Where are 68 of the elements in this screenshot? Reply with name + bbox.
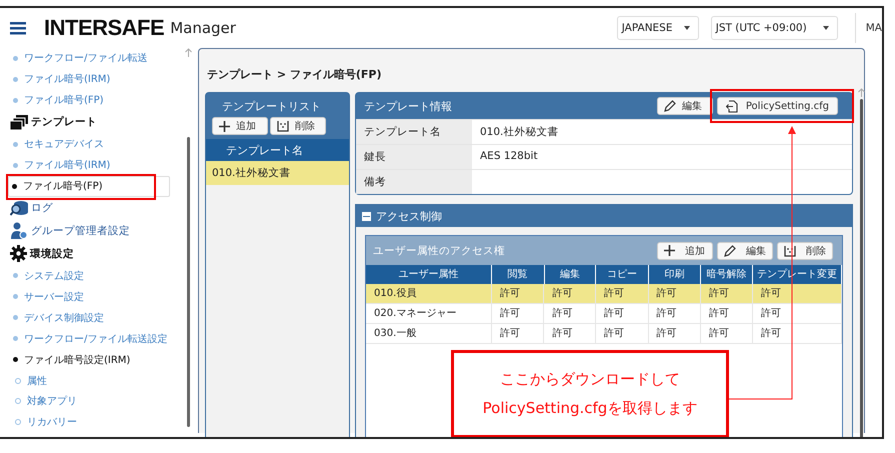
table-cell: 許可 [760,308,781,319]
table-cell: 許可 [552,308,572,319]
table-row[interactable]: 030.一般 許可 許可 許可 許可 許可 許可 [366,324,842,344]
column-header: テンプレート名 [206,139,349,161]
sidebar-item[interactable]: ファイル暗号(FP) [8,176,170,197]
table-cell: 許可 [656,288,677,299]
logo-text: INTERSAFE [44,15,164,41]
sidebar-item[interactable]: ワークフロー/ファイル転送 [10,48,180,69]
table-row[interactable]: 020.マネージャー 許可 許可 許可 許可 許可 許可 [366,304,842,324]
delete-button[interactable]: 削除 [777,242,833,260]
sidebar-subitem[interactable]: 属性 [10,370,180,392]
sidebar-item[interactable]: ファイル暗号(FP) [10,90,180,111]
sidebar-item[interactable]: デバイス制御設定 [10,307,180,328]
field-label: 備考 [356,170,472,194]
edit-button[interactable]: 編集 [656,97,713,115]
sidebar-item[interactable]: システム設定 [10,265,180,286]
add-button[interactable]: 追加 [657,242,713,260]
table-cell: 許可 [709,288,730,299]
table-row[interactable]: 010.役員 許可 許可 許可 許可 許可 許可 [366,284,842,304]
table-cell: 許可 [552,328,572,339]
logo-subtitle: Manager [170,19,236,37]
sidebar-section[interactable]: グループ管理者設定 [31,224,130,238]
table-cell: 030.一般 [374,328,416,339]
sidebar-item[interactable]: ファイル暗号(IRM) [10,154,180,176]
sidebar-section[interactable]: テンプレート [31,115,97,130]
table-cell: 許可 [656,308,677,319]
sidebar-item[interactable]: ワークフロー/ファイル転送設定 [10,328,180,350]
table-cell: 許可 [760,328,781,339]
delete-button[interactable]: 削除 [270,117,326,135]
language-dropdown[interactable]: JAPANESE [616,16,699,40]
table-cell: 許可 [552,288,572,299]
download-button[interactable]: PolicySetting.cfg [716,97,838,115]
sidebar-subitem[interactable]: リカバリー [10,412,180,433]
field-value: 010.社外秘文書 [480,126,558,138]
sidebar-item[interactable]: ファイル暗号(IRM) [10,68,180,90]
template-row[interactable]: 010.社外秘文書 [206,161,349,185]
table-cell: 許可 [656,328,677,339]
sidebar-item[interactable]: サーバー設定 [10,286,180,308]
breadcrumb: テンプレート > ファイル暗号(FP) [206,67,383,83]
edit-button[interactable]: 編集 [717,242,773,260]
callout-text: PolicySetting.cfgを取得します [482,399,698,418]
field-label: テンプレート名 [356,120,472,144]
table-cell: 許可 [604,308,624,319]
sidebar-item[interactable]: セキュアデバイス [10,134,180,155]
field-value: AES 128bit [480,150,538,162]
table-cell: 許可 [604,288,624,299]
table-cell: 許可 [760,288,781,299]
table-cell: 許可 [500,288,520,299]
panel-title: アクセス制御 [376,208,442,224]
table-cell: 020.マネージャー [374,308,456,319]
sidebar-section[interactable]: ログ [31,201,53,216]
table-cell: 許可 [500,308,520,319]
sidebar-subitem[interactable]: 対象アプリ [10,391,180,412]
table-cell: 010.役員 [374,288,416,299]
table-title: ユーザー属性のアクセス権 [373,244,505,258]
sidebar-section[interactable]: 環境設定 [30,246,74,261]
table-cell: 許可 [500,328,520,339]
sidebar-item[interactable]: ファイル暗号設定(IRM) [10,349,180,370]
table-cell: 許可 [709,328,730,339]
timezone-dropdown[interactable]: JST (UTC +09:00) [710,16,838,40]
table-cell: 許可 [709,308,730,319]
add-button[interactable]: 追加 [212,117,268,135]
panel-title: テンプレートリスト [221,99,322,114]
field-label: 鍵長 [356,145,472,169]
callout-text: ここからダウンロードして [500,370,680,389]
panel-title: テンプレート情報 [363,98,452,114]
table-cell: 許可 [604,328,624,339]
user-name[interactable]: MA [866,22,882,34]
